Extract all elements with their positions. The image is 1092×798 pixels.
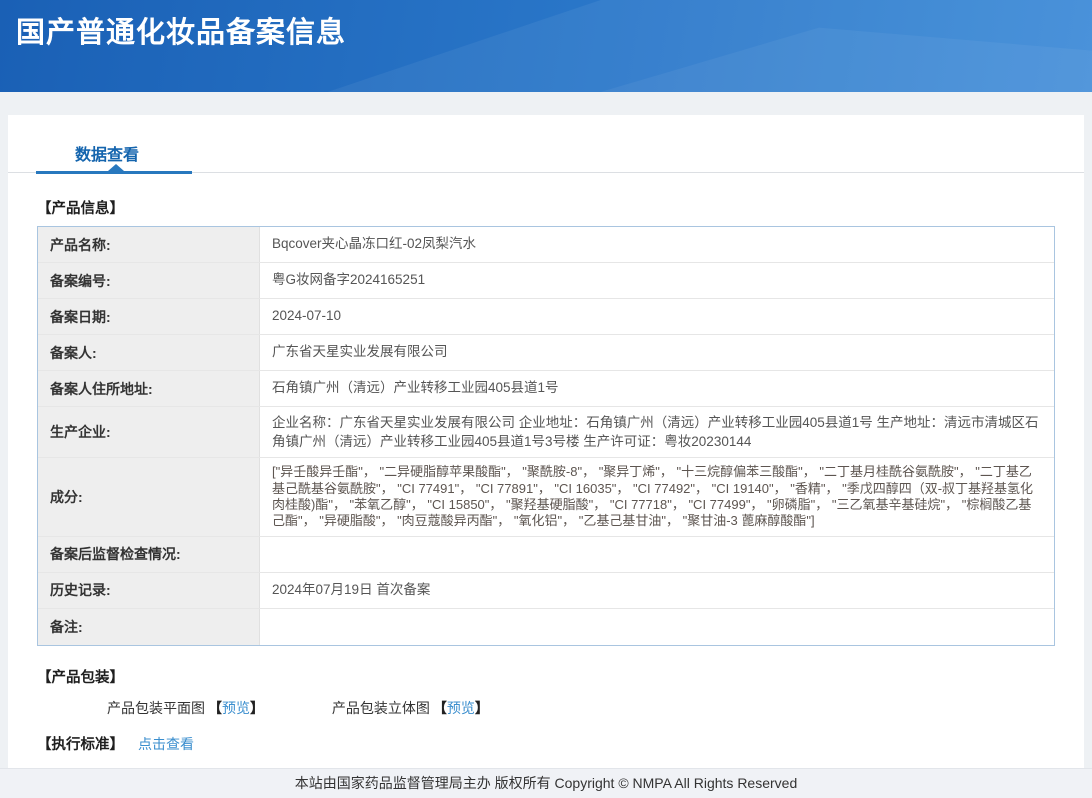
- tab-data-view[interactable]: 数据查看: [75, 141, 139, 165]
- execution-standard-view-link[interactable]: 点击查看: [138, 736, 194, 752]
- table-row-history: 历史记录: 2024年07月19日 首次备案: [38, 572, 1054, 609]
- packaging-section-title: 【产品包装】: [37, 669, 124, 686]
- row-value: 石角镇广州（清远）产业转移工业园405县道1号: [272, 380, 559, 396]
- packaging-flat-item: 产品包装平面图 【预览】: [107, 700, 264, 716]
- row-label: 历史记录:: [38, 572, 260, 608]
- packaging-preview-line: 产品包装平面图 【预览】 产品包装立体图 【预览】: [107, 698, 1055, 718]
- row-label: 备案人:: [38, 335, 260, 370]
- product-info-section-title: 【产品信息】: [37, 201, 124, 217]
- page-footer: 本站由国家药品监督管理局主办 版权所有 Copyright © NMPA All…: [0, 768, 1092, 798]
- tab-active-underline: [36, 171, 192, 174]
- table-row-ingredients: 成分: ["异壬酸异壬酯"， "二异硬脂醇苹果酸酯"， "聚酰胺-8"， "聚异…: [38, 458, 1054, 537]
- bracket-open: 【: [208, 699, 222, 716]
- bracket-close: 】: [250, 699, 264, 716]
- product-info-table: 产品名称: Bqcover夹心晶冻口红-02凤梨汽水 备案编号: 粤G妆网备字2…: [37, 226, 1055, 646]
- page-header: 国产普通化妆品备案信息: [0, 0, 1092, 92]
- table-row-record-date: 备案日期: 2024-07-10: [38, 299, 1054, 335]
- table-row-record-number: 备案编号: 粤G妆网备字2024165251: [38, 263, 1054, 299]
- table-row-registrant: 备案人: 广东省天星实业发展有限公司: [38, 335, 1054, 371]
- execution-standard-line: 【执行标准】 点击查看: [37, 733, 1055, 754]
- row-label: 生产企业:: [38, 407, 260, 458]
- row-value: [260, 548, 1054, 560]
- packaging-flat-label: 产品包装平面图: [107, 699, 205, 716]
- copyright-text: 本站由国家药品监督管理局主办 版权所有 Copyright © NMPA All…: [294, 775, 798, 791]
- row-value: ["异壬酸异壬酯"， "二异硬脂醇苹果酸酯"， "聚酰胺-8"， "聚异丁烯"，…: [272, 464, 1034, 529]
- row-label: 备案后监督检查情况:: [38, 536, 260, 572]
- row-value: [260, 621, 1054, 633]
- table-row-producer: 生产企业: 企业名称：广东省天星实业发展有限公司 企业地址：石角镇广州（清远）产…: [38, 407, 1054, 459]
- packaging-stereo-preview-link[interactable]: 预览: [447, 700, 475, 716]
- bracket-open: 【: [432, 699, 447, 716]
- table-row-remarks: 备注:: [38, 608, 1054, 645]
- row-label: 备案日期:: [38, 299, 260, 334]
- row-label: 产品名称:: [38, 227, 260, 262]
- row-value: 粤G妆网备字2024165251: [272, 272, 426, 288]
- row-label: 备案编号:: [38, 263, 260, 298]
- packaging-stereo-label: 产品包装立体图: [331, 699, 430, 716]
- execution-standard-label: 【执行标准】: [37, 736, 124, 753]
- row-label: 成分:: [38, 458, 260, 536]
- packaging-stereo-item: 产品包装立体图 【预览】: [332, 700, 489, 716]
- row-value: Bqcover夹心晶冻口红-02凤梨汽水: [272, 236, 477, 252]
- table-row-supervision: 备案后监督检查情况:: [38, 536, 1054, 573]
- row-label: 备案人住所地址:: [38, 371, 260, 406]
- row-value: 2024年07月19日 首次备案: [272, 581, 431, 597]
- content-card: 数据查看 【产品信息】 产品名称: Bqcover夹心晶冻口红-02凤梨汽水 备…: [8, 115, 1084, 789]
- bracket-close: 】: [474, 699, 489, 716]
- table-row-registrant-address: 备案人住所地址: 石角镇广州（清远）产业转移工业园405县道1号: [38, 371, 1054, 407]
- table-row-product-name: 产品名称: Bqcover夹心晶冻口红-02凤梨汽水: [38, 227, 1054, 263]
- row-label: 备注:: [38, 608, 260, 645]
- row-value: 企业名称：广东省天星实业发展有限公司 企业地址：石角镇广州（清远）产业转移工业园…: [272, 415, 1039, 450]
- row-value: 2024-07-10: [272, 308, 342, 324]
- main-area: 数据查看 【产品信息】 产品名称: Bqcover夹心晶冻口红-02凤梨汽水 备…: [0, 92, 1092, 789]
- packaging-flat-preview-link[interactable]: 预览: [222, 700, 250, 716]
- page-title: 国产普通化妆品备案信息: [16, 17, 347, 49]
- row-value: 广东省天星实业发展有限公司: [272, 344, 448, 360]
- tab-active-caret-icon: [108, 164, 124, 171]
- tab-bar: 数据查看: [8, 141, 1084, 174]
